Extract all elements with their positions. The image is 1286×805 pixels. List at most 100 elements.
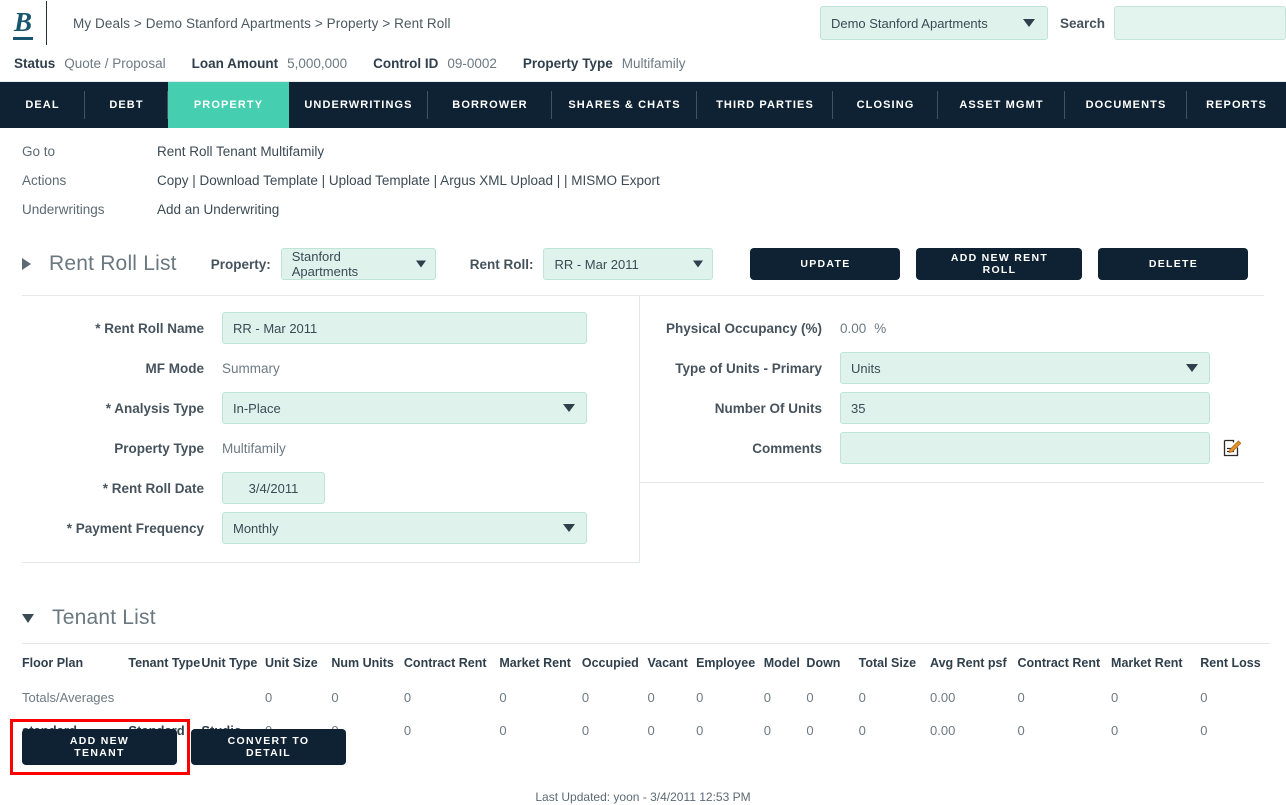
column-header: Model (763, 656, 800, 670)
add-new-rent-roll-button[interactable]: ADD NEW RENT ROLL (916, 248, 1083, 280)
nav-tab-borrower[interactable]: BORROWER (428, 82, 552, 128)
analysis-type-select[interactable]: In-Place (222, 392, 587, 424)
property-selector-label: Property: (210, 256, 271, 272)
rent-roll-form-right: Physical Occupancy (%) 0.00 % Type of Un… (640, 296, 1264, 483)
nav-tab-closing[interactable]: CLOSING (833, 82, 938, 128)
goto-link[interactable]: Rent Roll Tenant Multifamily (157, 144, 324, 159)
table-cell: 0 (696, 723, 704, 738)
type-of-units-select[interactable]: Units (840, 352, 1210, 384)
column-header: Total Size (858, 656, 917, 670)
mf-mode-value: Summary (222, 360, 280, 376)
field-payment-frequency: * Payment Frequency Monthly (22, 508, 639, 548)
table-cell (201, 681, 265, 714)
field-type-of-units: Type of Units - Primary Units (640, 348, 1264, 388)
rent-roll-detail-panels: * Rent Roll Name MF Mode Summary * Analy… (22, 295, 1264, 563)
column-header: Vacant (647, 656, 688, 670)
property-selector[interactable]: Stanford Apartments (280, 248, 436, 280)
top-bar: B My Deals > Demo Stanford Apartments > … (0, 0, 1286, 46)
column-header: Floor Plan (22, 656, 84, 670)
table-cell: 0 (647, 723, 655, 738)
table-cell: 0 (1200, 723, 1208, 738)
nav-tab-debt[interactable]: DEBT (85, 82, 168, 128)
table-cell: 0 (499, 690, 507, 705)
field-property-type: Property Type Multifamily (22, 428, 639, 468)
edit-pencil-icon[interactable] (1222, 438, 1242, 458)
form-property-type-value: Multifamily (222, 440, 286, 456)
table-row[interactable]: Totals/Averages 0 0 0 0 0 0 0 0 0 0 0.00 0 0 0 (22, 681, 1270, 714)
actions-row: Actions Copy | Download Template | Uploa… (22, 173, 1286, 188)
tenant-actions: ADD NEW TENANT CONVERT TO DETAIL (22, 729, 346, 765)
rent-roll-selector[interactable]: RR - Mar 2011 (543, 248, 714, 280)
comments-input[interactable] (840, 432, 1210, 464)
type-of-units-value: Units (851, 360, 881, 376)
analysis-type-label: * Analysis Type (105, 400, 204, 416)
column-header: Unit Type (201, 656, 258, 670)
nav-tab-documents[interactable]: DOCUMENTS (1065, 82, 1187, 128)
rent-roll-date-input[interactable] (222, 472, 325, 504)
table-cell: Totals/Averages (22, 690, 115, 705)
underwritings-label: Underwritings (22, 202, 105, 217)
table-cell: 0 (1111, 723, 1119, 738)
property-type-value: Multifamily (621, 56, 686, 71)
nav-tab-shares-chats[interactable]: SHARES & CHATS (552, 82, 697, 128)
status-group-property-type: Property Type Multifamily (523, 56, 686, 71)
nav-tab-deal[interactable]: DEAL (0, 82, 85, 128)
expand-triangle-icon[interactable] (22, 613, 34, 623)
goto-label: Go to (22, 144, 56, 159)
app-logo[interactable]: B (0, 6, 46, 40)
field-comments: Comments (640, 428, 1264, 468)
field-analysis-type: * Analysis Type In-Place (22, 388, 639, 428)
goto-row: Go to Rent Roll Tenant Multifamily (22, 144, 1286, 159)
actions-links[interactable]: Copy | Download Template | Upload Templa… (157, 173, 660, 188)
table-cell: 0 (499, 723, 507, 738)
column-header: Avg Rent psf (930, 656, 1007, 670)
table-cell: 0 (806, 723, 814, 738)
chevron-down-icon (563, 404, 575, 412)
underwritings-row: Underwritings Add an Underwriting (22, 202, 1286, 217)
rent-roll-name-input[interactable] (222, 312, 587, 344)
last-updated-note: Last Updated: yoon - 3/4/2011 12:53 PM (535, 790, 751, 804)
table-cell: 0 (581, 690, 590, 705)
nav-tab-reports[interactable]: REPORTS (1187, 82, 1286, 128)
status-group-status: Status Quote / Proposal (14, 56, 166, 71)
add-underwriting-link[interactable]: Add an Underwriting (157, 202, 279, 217)
property-selector-value: Stanford Apartments (291, 249, 359, 279)
collapse-triangle-icon[interactable] (22, 258, 31, 270)
deal-selector[interactable]: Demo Stanford Apartments (819, 6, 1048, 40)
table-cell: 0 (696, 690, 704, 705)
delete-button[interactable]: DELETE (1098, 248, 1249, 280)
table-cell: 0 (1017, 690, 1025, 705)
table-cell: 0 (403, 690, 412, 705)
table-cell: 0 (806, 690, 814, 705)
table-cell: 0 (763, 690, 771, 705)
column-header: Contract Rent (1017, 656, 1101, 670)
nav-tab-asset-mgmt[interactable]: ASSET MGMT (938, 82, 1065, 128)
tenant-list-header: Tenant List (0, 601, 1286, 635)
table-cell: 0 (331, 690, 339, 705)
payment-frequency-value: Monthly (233, 520, 279, 536)
table-cell: 0 (403, 723, 412, 738)
nav-tab-property[interactable]: PROPERTY (168, 82, 289, 128)
number-of-units-input[interactable] (840, 392, 1210, 424)
actions-label: Actions (22, 173, 67, 188)
table-cell: 0 (858, 690, 866, 705)
rent-roll-list-header: Rent Roll List Property: Stanford Apartm… (0, 241, 1286, 287)
table-cell: 0 (1200, 690, 1208, 705)
convert-to-detail-button[interactable]: CONVERT TO DETAIL (191, 729, 346, 765)
rent-roll-selector-label: Rent Roll: (469, 256, 534, 272)
status-strip: Status Quote / Proposal Loan Amount 5,00… (0, 46, 1286, 82)
column-header: Rent Loss (1200, 656, 1261, 670)
physical-occupancy-label: Physical Occupancy (%) (665, 320, 822, 336)
update-button[interactable]: UPDATE (750, 248, 901, 280)
table-cell: 0.00 (930, 690, 956, 705)
nav-tab-underwritings[interactable]: UNDERWRITINGS (289, 82, 428, 128)
nav-tab-third-parties[interactable]: THIRD PARTIES (697, 82, 833, 128)
physical-occupancy-value: 0.00 (840, 320, 867, 336)
field-physical-occupancy: Physical Occupancy (%) 0.00 % (640, 308, 1264, 348)
breadcrumb[interactable]: My Deals > Demo Stanford Apartments > Pr… (73, 16, 451, 31)
chevron-down-icon (563, 524, 575, 532)
add-new-tenant-button[interactable]: ADD NEW TENANT (22, 729, 177, 765)
search-input[interactable] (1114, 6, 1286, 40)
column-header: Unit Size (264, 656, 318, 670)
payment-frequency-select[interactable]: Monthly (222, 512, 587, 544)
